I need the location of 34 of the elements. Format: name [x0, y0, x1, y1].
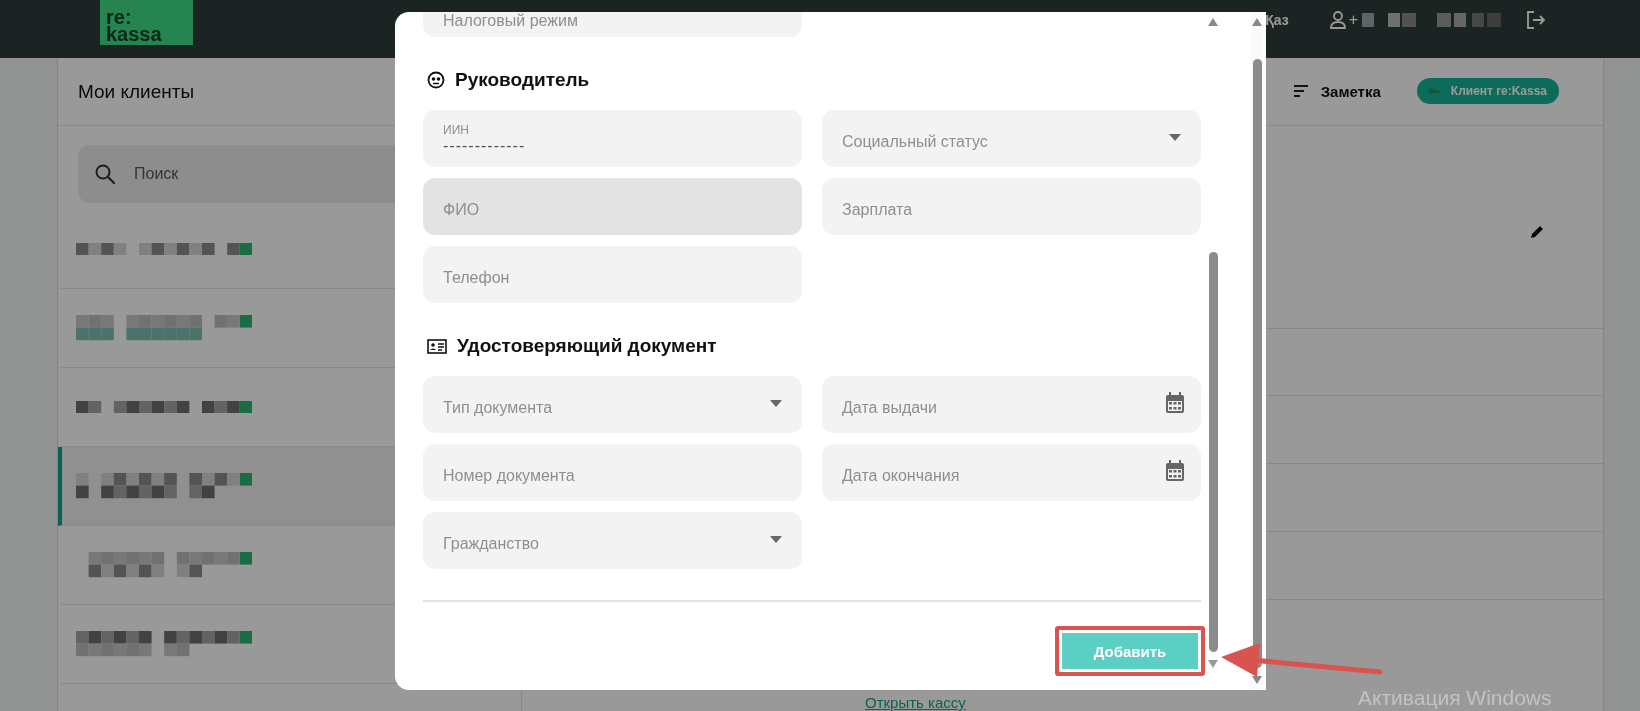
caret-icon — [770, 536, 782, 543]
caret-icon — [1169, 134, 1181, 141]
list-icon — [1292, 84, 1309, 99]
select-field[interactable]: Налоговый режим — [423, 12, 802, 37]
scroll-up-icon[interactable] — [1208, 18, 1218, 26]
phone-prefix: + — [1348, 11, 1358, 29]
text-field[interactable]: Номер документа — [423, 444, 802, 501]
logout-icon[interactable] — [1526, 10, 1546, 30]
select-field[interactable]: Социальный статус — [822, 110, 1201, 167]
caret-icon — [770, 400, 782, 407]
search-icon — [94, 163, 116, 185]
add-button[interactable]: Добавить — [1062, 633, 1198, 669]
open-register-link[interactable]: Открыть кассу — [865, 694, 966, 711]
flag-icon — [1428, 87, 1443, 96]
text-field[interactable]: Зарплата — [822, 178, 1201, 235]
date-field[interactable]: Дата выдачи — [822, 376, 1201, 433]
id-card-icon — [427, 338, 447, 354]
text-field[interactable]: Телефон — [423, 246, 802, 303]
scrollbar[interactable] — [1251, 12, 1263, 690]
client-badge: Клиент re:Kassa — [1416, 78, 1559, 105]
select-field[interactable]: Тип документа — [423, 376, 802, 433]
section-title: Удостоверяющий документ — [457, 335, 717, 357]
calendar-icon — [1165, 392, 1185, 414]
user-icon[interactable] — [1328, 11, 1347, 29]
scroll-up-icon[interactable] — [1252, 18, 1262, 26]
select-field[interactable]: Гражданство — [423, 512, 802, 569]
calendar-icon — [1165, 460, 1185, 482]
date-field[interactable]: Дата окончания — [822, 444, 1201, 501]
note-button[interactable]: Заметка — [1286, 81, 1387, 101]
text-field[interactable]: ИИН ------------- — [423, 110, 802, 167]
scroll-down-icon[interactable] — [1208, 660, 1218, 668]
logo[interactable]: re: kassa — [100, 0, 193, 45]
pencil-icon[interactable] — [1529, 223, 1545, 240]
language-switch[interactable]: Қаз — [1265, 12, 1289, 28]
